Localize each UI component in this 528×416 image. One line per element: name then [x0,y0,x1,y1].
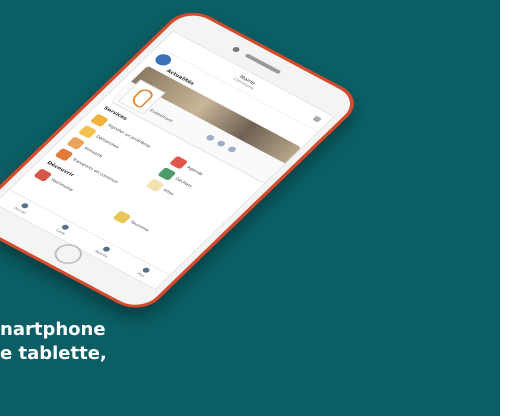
tab-map[interactable]: Carte [55,223,72,236]
news-card[interactable]: Événement [111,65,302,183]
tab-more[interactable]: Plus [136,266,151,278]
caption-line-2: e tablette, [0,343,107,364]
news-card-label: Événement [148,108,174,124]
service-label: Transports en commun [70,157,119,185]
discover-label: Tourisme [128,220,150,233]
service-label: Annuaire [82,146,104,159]
discover-label: Patrimoine [49,177,74,193]
like-icon[interactable] [215,139,227,148]
camera-icon [231,46,241,53]
discover-tile[interactable]: Tourisme [112,210,152,235]
share-icon[interactable] [204,133,216,142]
menu-icon[interactable] [312,115,322,123]
service-label: Démarches [94,134,120,150]
service-label: Déchets [173,176,194,189]
service-label: Infos [161,188,175,197]
tab-home[interactable]: Accueil [13,201,32,215]
tab-agenda[interactable]: Agenda [94,244,114,258]
service-label: Agenda [185,165,204,177]
bookmark-icon[interactable] [226,145,238,154]
